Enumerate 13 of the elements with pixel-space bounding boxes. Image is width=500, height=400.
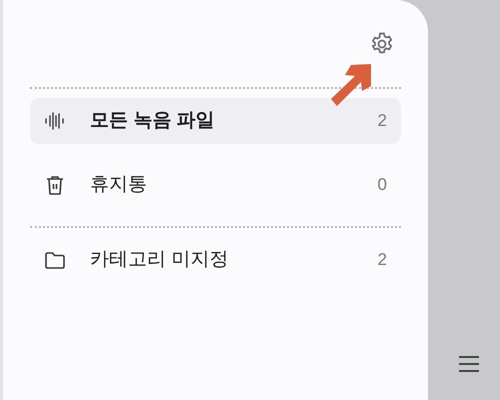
trash-icon: [44, 174, 66, 196]
waveform-icon: [44, 110, 66, 132]
folder-icon: [44, 249, 66, 271]
item-label: 휴지통: [90, 172, 148, 197]
sidebar-item[interactable]: 모든 녹음 파일 2: [30, 98, 401, 144]
item-count: 0: [378, 174, 387, 196]
pointer-arrow: [331, 62, 373, 108]
item-label: 모든 녹음 파일: [90, 108, 216, 133]
item-count: 2: [378, 249, 387, 272]
item-label: 카테고리 미지정: [90, 248, 230, 272]
sidebar-item[interactable]: 카테고리 미지정 2: [30, 237, 401, 283]
sidebar-item[interactable]: 휴지통 0: [30, 162, 401, 208]
item-count: 2: [378, 110, 387, 132]
